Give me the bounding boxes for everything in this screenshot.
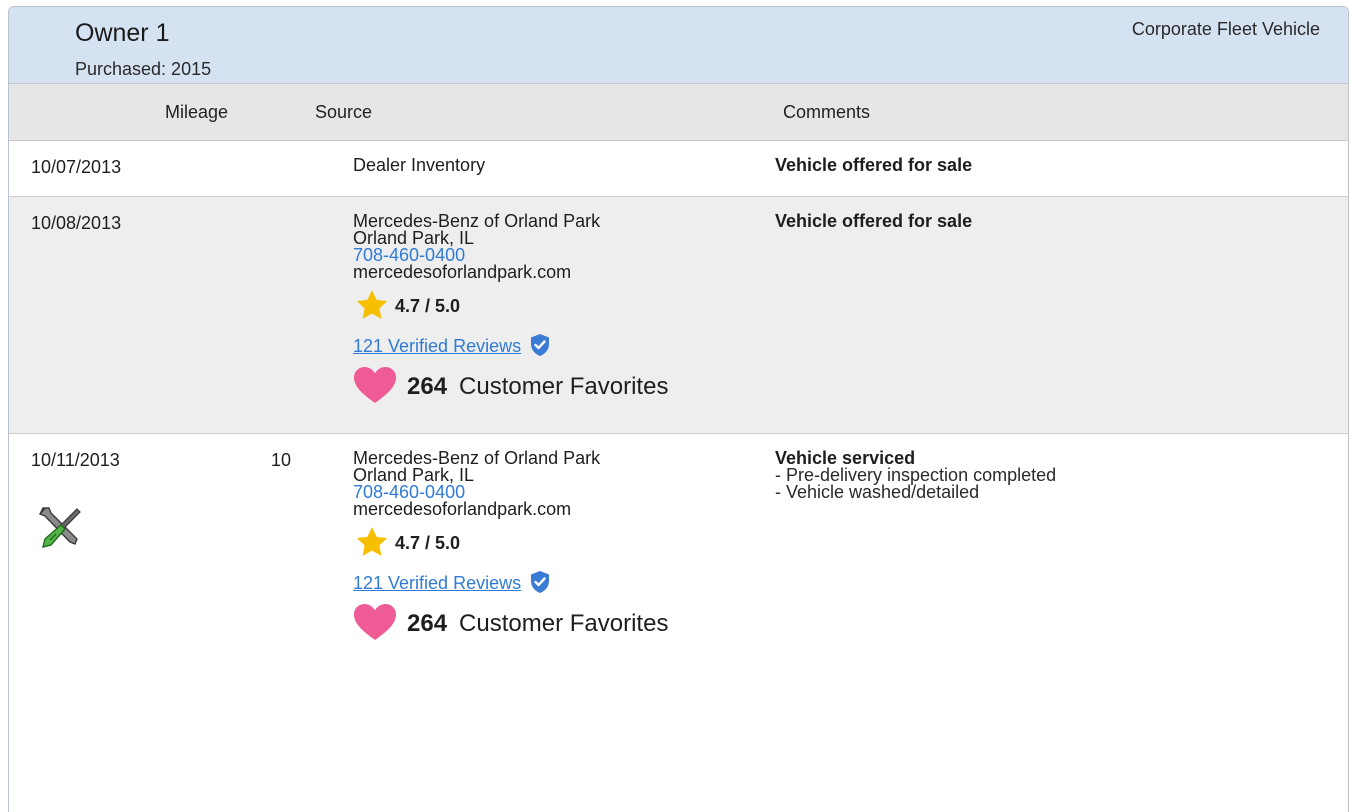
- dealer-rating: 4.7 / 5.0: [353, 289, 668, 323]
- heart-icon: [353, 603, 397, 644]
- record-comments: Vehicle offered for sale: [775, 155, 973, 175]
- favorites-label: Customer Favorites: [459, 610, 669, 637]
- verified-reviews-link[interactable]: 121 Verified Reviews: [353, 574, 521, 592]
- table-row: 10/07/2013 Dealer Inventory Vehicle offe…: [9, 141, 1348, 197]
- verified-reviews-link[interactable]: 121 Verified Reviews: [353, 337, 521, 355]
- heart-icon: [353, 366, 397, 407]
- owner-purchased-year: Purchased: 2015: [75, 59, 212, 79]
- record-date: 10/11/2013: [31, 450, 120, 470]
- owner-type-label: Corporate Fleet Vehicle: [1131, 19, 1320, 39]
- star-icon: [353, 289, 389, 324]
- comment-title: Vehicle offered for sale: [775, 155, 973, 175]
- customer-favorites: 264 Customer Favorites: [353, 603, 668, 644]
- source-website: mercedesoforlandpark.com: [353, 262, 572, 282]
- table-row: 10/11/2013 10 Mercedes-Benz of Orland Pa…: [9, 434, 1348, 812]
- source-name: Dealer Inventory: [353, 155, 486, 175]
- table-header: Mileage Source Comments: [9, 83, 1348, 141]
- customer-favorites: 264 Customer Favorites: [353, 366, 668, 407]
- record-date: 10/08/2013: [31, 213, 122, 233]
- dealer-rating: 4.7 / 5.0: [353, 526, 668, 560]
- record-source: Mercedes-Benz of Orland Park Orland Park…: [353, 212, 668, 407]
- favorites-count: 264: [407, 373, 448, 400]
- rating-value: 4.7 / 5.0: [395, 295, 461, 316]
- source-column-header: Source: [315, 102, 373, 122]
- favorites-count: 264: [407, 610, 448, 637]
- favorites-label: Customer Favorites: [459, 373, 669, 400]
- reviews: 121 Verified Reviews: [353, 333, 668, 360]
- record-source: Dealer Inventory: [353, 155, 486, 175]
- table-row: 10/08/2013 Mercedes-Benz of Orland Park …: [9, 197, 1348, 434]
- owner-title: Owner 1: [75, 19, 170, 47]
- owner-header: Owner 1 Purchased: 2015 Corporate Fleet …: [9, 7, 1348, 83]
- service-tools-icon: [37, 504, 83, 555]
- ownership-history-panel: Owner 1 Purchased: 2015 Corporate Fleet …: [8, 6, 1349, 812]
- verified-badge-icon: [521, 333, 551, 360]
- record-date: 10/07/2013: [31, 157, 122, 177]
- record-comments: Vehicle offered for sale: [775, 211, 973, 231]
- record-mileage: 10: [271, 450, 292, 470]
- mileage-column-header: Mileage: [165, 102, 229, 122]
- comments-column-header: Comments: [783, 102, 871, 122]
- record-source: Mercedes-Benz of Orland Park Orland Park…: [353, 449, 668, 644]
- reviews: 121 Verified Reviews: [353, 570, 668, 597]
- source-website: mercedesoforlandpark.com: [353, 499, 572, 519]
- comment-line: - Vehicle washed/detailed: [775, 482, 980, 502]
- record-comments: Vehicle serviced - Pre-delivery inspecti…: [775, 449, 1056, 502]
- verified-badge-icon: [521, 570, 551, 597]
- comment-title: Vehicle offered for sale: [775, 211, 973, 231]
- rating-value: 4.7 / 5.0: [395, 532, 461, 553]
- star-icon: [353, 526, 389, 561]
